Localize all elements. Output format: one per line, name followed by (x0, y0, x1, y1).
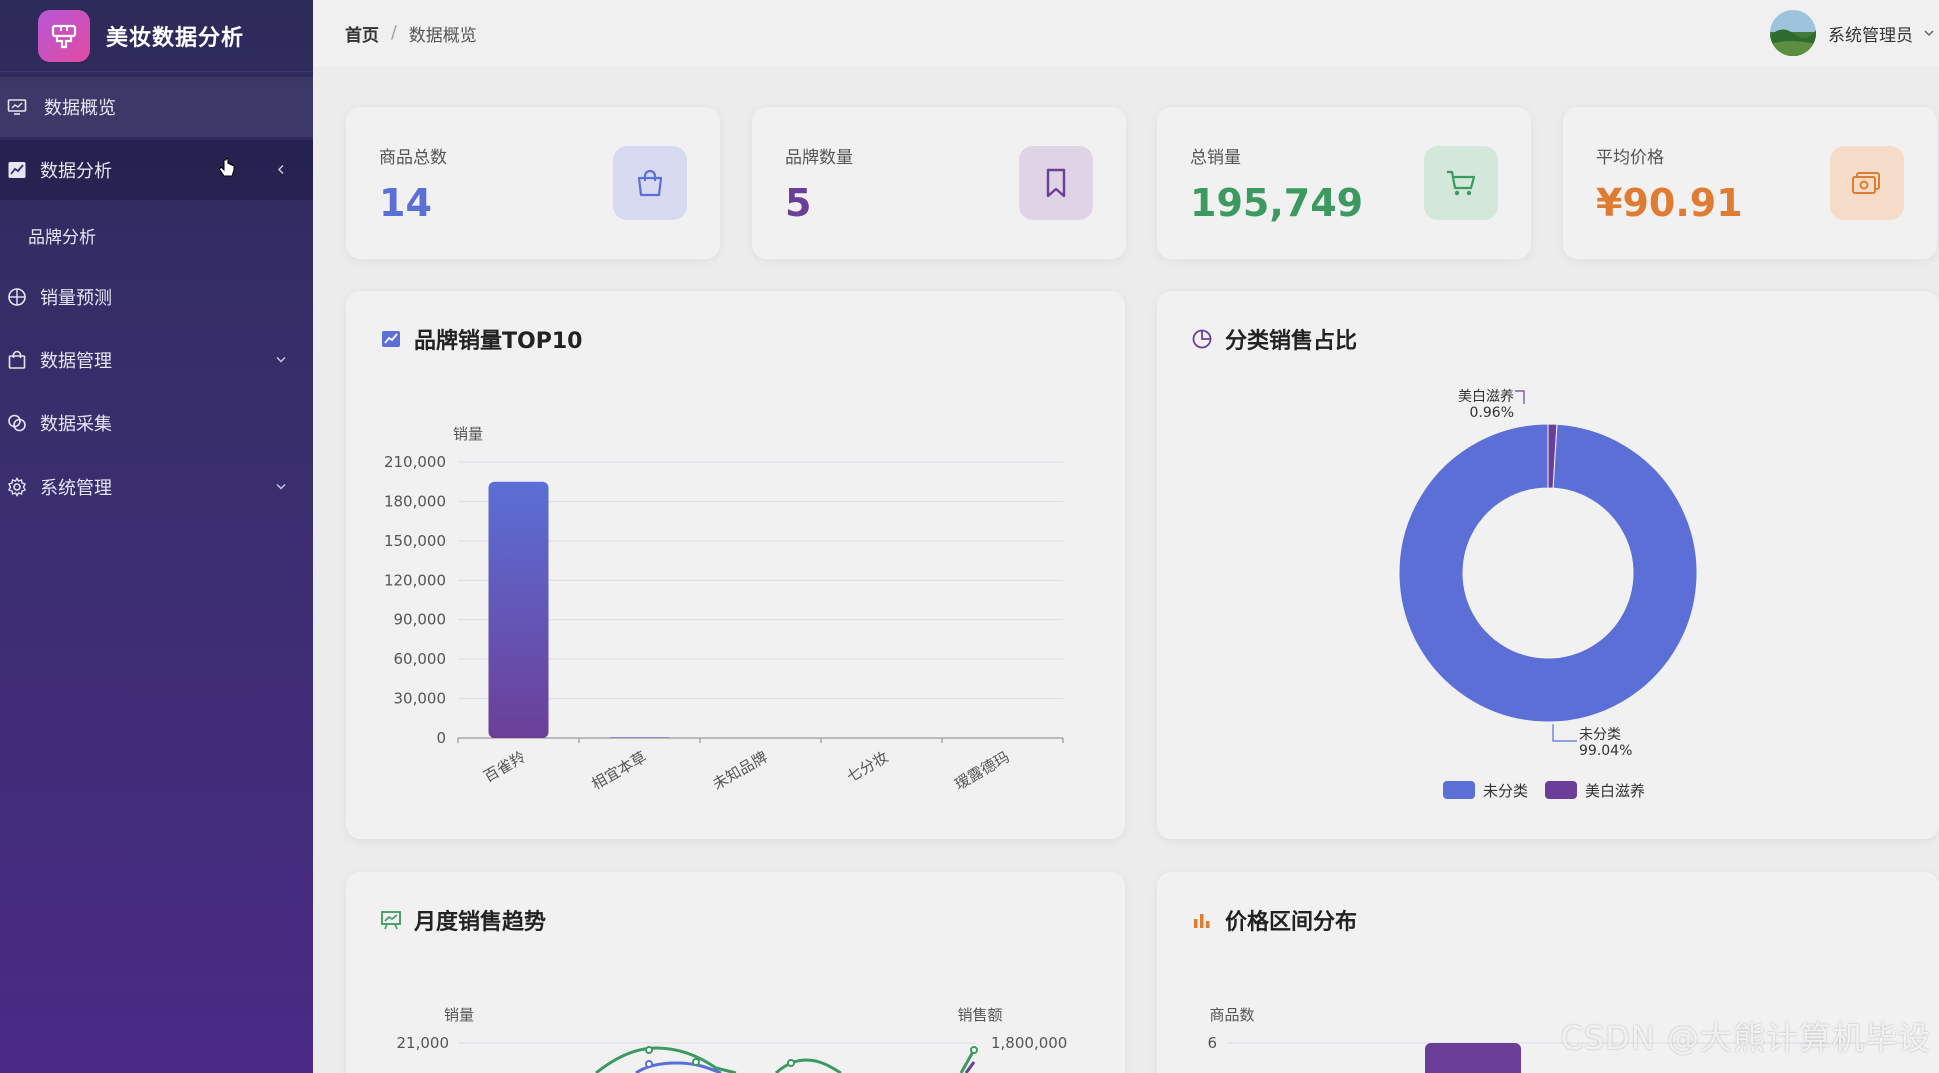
stat-label: 平均价格 (1596, 148, 1664, 168)
stat-label: 品牌数量 (785, 148, 853, 168)
panel-category-share: 分类销售占比 美白滋养 0.96% 未分类 99.04% 未分类 美白滋养 (1157, 291, 1939, 839)
monitor-icon (6, 96, 28, 118)
y-tick-label: 210,000 (384, 453, 446, 471)
legend-label[interactable]: 未分类 (1483, 782, 1528, 800)
stat-value: ¥90.91 (1596, 181, 1743, 225)
series-point (645, 1060, 653, 1068)
panel-brand-top10: 品牌销量TOP10 销量 0 30,000 60,000 90,000 120,000 1… (346, 291, 1125, 839)
stat-card-total-sales: 总销量 195,749 (1157, 107, 1531, 259)
slice-label-percent: 99.04% (1579, 743, 1632, 759)
top-header: 首页 / 数据概览 系统管理员 (313, 0, 1939, 66)
avatar[interactable] (1770, 10, 1816, 56)
x-tick-label: 相宜本草 (589, 748, 650, 794)
stat-value: 14 (379, 181, 432, 225)
sidebar-item-data-collection[interactable]: 数据采集 (0, 393, 313, 453)
y-tick-label: 0 (436, 729, 446, 747)
sidebar-item-system-management[interactable]: 系统管理 (0, 457, 313, 517)
y-tick-label: 6 (1207, 1034, 1217, 1052)
coins-icon (6, 412, 28, 434)
cart-icon (1424, 146, 1498, 220)
series-line (774, 1058, 842, 1073)
sidebar-item-label: 系统管理 (40, 478, 112, 499)
brand-bar-chart: 销量 0 30,000 60,000 90,000 120,000 150,000 180,… (384, 425, 1064, 794)
stat-label: 商品总数 (379, 148, 447, 168)
y-tick-label: 60,000 (394, 650, 447, 668)
chevron-down-icon (1923, 24, 1935, 43)
y2-tick-label: 1,800,000 (991, 1034, 1067, 1052)
stat-card-brands: 品牌数量 5 (752, 107, 1126, 259)
panel-monthly-trend: 月度销售趋势 销量 销售额 21,000 1,800,000 (346, 872, 1125, 1073)
legend-swatch (1443, 781, 1475, 799)
chevron-down-icon (275, 350, 287, 371)
bag-icon (6, 349, 28, 371)
x-tick-label: 未知品牌 (710, 748, 771, 794)
y-tick-label: 21,000 (397, 1034, 450, 1052)
sidebar-item-data-management[interactable]: 数据管理 (0, 330, 313, 390)
x-tick-label: 七分妆 (844, 748, 892, 786)
x-tick-label: 百雀羚 (481, 748, 529, 786)
sidebar-item-analysis[interactable]: 数据分析 (0, 140, 313, 200)
breadcrumb-current: 数据概览 (408, 25, 477, 46)
series-point (692, 1058, 700, 1066)
breadcrumb-separator: / (391, 23, 397, 43)
y-tick-label: 30,000 (394, 690, 447, 708)
gear-icon (6, 476, 28, 498)
chart-line-icon (6, 159, 28, 181)
bar[interactable] (488, 481, 549, 738)
y-axis-label: 销量 (453, 425, 483, 443)
series-point (787, 1059, 795, 1067)
pie-slice[interactable] (1398, 423, 1698, 723)
user-name[interactable]: 系统管理员 (1828, 21, 1913, 46)
slice-label-name: 美白滋养 (1458, 389, 1514, 405)
sidebar-item-label: 销量预测 (40, 288, 112, 309)
app-logo-icon (38, 9, 90, 62)
sidebar-item-sales-forecast[interactable]: 销量预测 (0, 267, 313, 327)
stat-card-avg-price: 平均价格 ¥90.91 (1563, 107, 1937, 259)
sidebar-item-label: 数据分析 (40, 161, 112, 182)
sidebar-item-label: 数据概览 (44, 98, 116, 119)
bar (1425, 1043, 1521, 1073)
breadcrumb-home-link[interactable]: 首页 (345, 21, 379, 46)
stat-value: 195,749 (1190, 181, 1364, 225)
bar[interactable] (609, 737, 670, 738)
slice-label-name: 未分类 (1579, 727, 1621, 743)
bookmark-icon (1019, 146, 1093, 220)
sidebar-item-label: 品牌分析 (28, 227, 96, 248)
stat-value: 5 (785, 181, 812, 225)
sidebar-item-brand-analysis[interactable]: 品牌分析 (0, 206, 313, 264)
hand-cursor-icon (218, 158, 236, 184)
crosshair-icon (6, 286, 28, 308)
sidebar: 美妆数据分析 数据概览 数据分析 品牌分析 销量预测 数据管理 数据采集 系统管… (0, 0, 313, 1073)
stat-label: 总销量 (1190, 148, 1241, 168)
series-point (970, 1046, 978, 1054)
y-tick-label: 180,000 (384, 492, 446, 510)
user-menu[interactable]: 系统管理员 (1770, 10, 1935, 56)
logo-row: 美妆数据分析 (0, 0, 313, 72)
watermark: CSDN @大熊计算机毕设 (1560, 1019, 1931, 1057)
chevron-left-icon (275, 160, 287, 181)
y-tick-label: 150,000 (384, 532, 446, 550)
slice-label-percent: 0.96% (1470, 405, 1514, 421)
monthly-trend-chart: 销量 销售额 21,000 1,800,000 (397, 1006, 1067, 1073)
chevron-down-icon (275, 477, 287, 498)
money-icon (1830, 146, 1904, 220)
breadcrumb: 首页 / 数据概览 (345, 21, 477, 46)
y-tick-label: 90,000 (394, 611, 447, 629)
y-tick-label: 120,000 (384, 571, 446, 589)
stat-card-products: 商品总数 14 (346, 107, 720, 259)
sidebar-item-label: 数据采集 (40, 414, 112, 435)
sidebar-item-label: 数据管理 (40, 351, 112, 372)
x-tick-label: 瑷露德玛 (952, 748, 1013, 794)
legend-label[interactable]: 美白滋养 (1585, 782, 1645, 800)
y-axis-label: 商品数 (1209, 1006, 1254, 1024)
app-title: 美妆数据分析 (106, 25, 245, 51)
sidebar-item-overview[interactable]: 数据概览 (0, 77, 313, 137)
legend-swatch (1545, 781, 1577, 799)
y-axis-label: 销量 (444, 1006, 474, 1024)
series-point (645, 1046, 653, 1054)
category-donut-chart: 美白滋养 0.96% 未分类 99.04% 未分类 美白滋养 (1398, 389, 1698, 800)
shopping-bag-icon (613, 146, 687, 220)
y2-axis-label: 销售额 (957, 1006, 1002, 1024)
